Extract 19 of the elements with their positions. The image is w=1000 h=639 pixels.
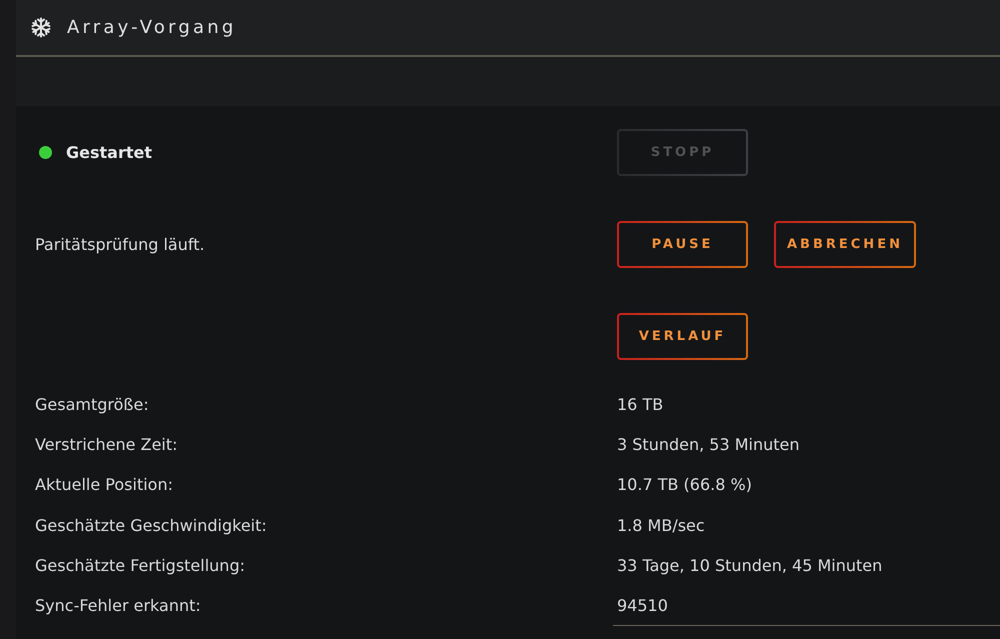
detail-value: 1.8 MB/sec	[617, 516, 705, 535]
history-button[interactable]: VERLAUF	[617, 313, 748, 360]
detail-value: 3 Stunden, 53 Minuten	[617, 434, 800, 454]
detail-label: Verstrichene Zeit:	[35, 434, 178, 454]
detail-value: 94510	[617, 596, 668, 615]
pause-button[interactable]: PAUSE	[617, 221, 748, 268]
snowflake-icon	[31, 17, 51, 38]
detail-label: Geschätzte Geschwindigkeit:	[35, 516, 267, 535]
status-text: Gestartet	[66, 143, 152, 162]
detail-label: Aktuelle Position:	[35, 475, 173, 494]
detail-value: 33 Tage, 10 Stunden, 45 Minuten	[617, 556, 882, 575]
detail-label: Geschätzte Fertigstellung:	[35, 556, 245, 575]
detail-value: 10.7 TB (66.8 %)	[617, 475, 752, 494]
detail-label: Sync-Fehler erkannt:	[35, 596, 201, 616]
detail-value: 16 TB	[617, 394, 664, 414]
detail-label: Gesamtgröße:	[35, 394, 149, 414]
panel-title: Array-Vorgang	[67, 17, 237, 38]
status-message: Paritätsprüfung läuft.	[35, 235, 205, 254]
cancel-button[interactable]: ABBRECHEN	[774, 221, 916, 268]
